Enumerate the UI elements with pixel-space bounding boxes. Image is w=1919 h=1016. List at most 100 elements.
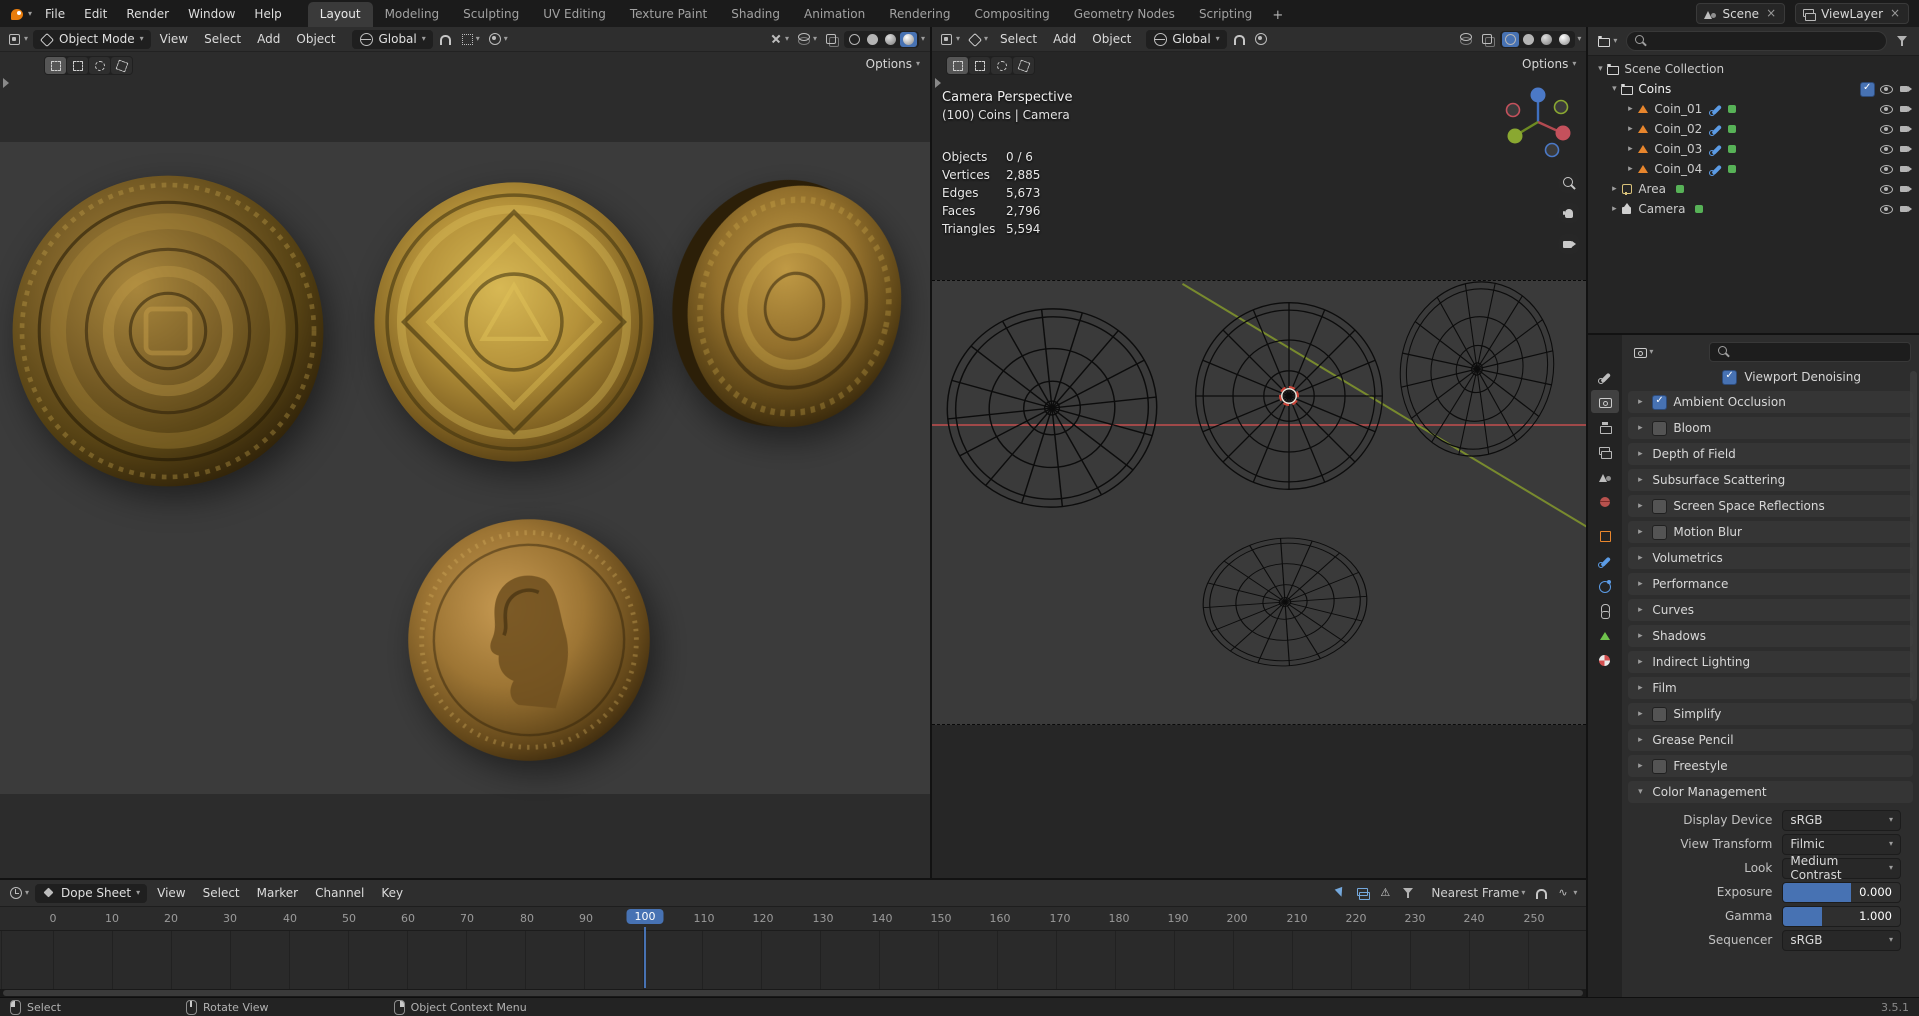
shading-solid-button[interactable] xyxy=(864,32,881,47)
snap-toggle[interactable] xyxy=(1531,884,1551,902)
geometry-nodes-icon[interactable] xyxy=(1725,122,1739,136)
show-gizmo-toggle[interactable] xyxy=(766,30,792,48)
outliner-row-coin-02[interactable]: Coin_02 xyxy=(1588,119,1919,139)
shading-rendered-button[interactable] xyxy=(1556,32,1573,47)
select-circle-button[interactable] xyxy=(89,57,110,74)
viewport-options-button[interactable]: Options xyxy=(866,57,920,71)
section-depth-of-field[interactable]: Depth of Field xyxy=(1628,443,1913,465)
section-film[interactable]: Film xyxy=(1628,677,1913,699)
select-lasso-button[interactable] xyxy=(111,57,132,74)
dope-sheet-mode-selector[interactable]: Dope Sheet xyxy=(35,883,148,903)
menu-render[interactable]: Render xyxy=(117,3,178,25)
proportional-editing-button[interactable] xyxy=(485,30,511,48)
eye-icon[interactable] xyxy=(1880,122,1894,136)
transform-orientation-selector[interactable]: Global xyxy=(352,29,433,49)
wireframe-coin-3[interactable] xyxy=(1380,262,1575,475)
timeline-ruler[interactable]: 0 10 20 30 40 50 60 70 80 90 100 110 120… xyxy=(0,907,1587,932)
modifier-icon[interactable] xyxy=(1709,102,1723,116)
render-visibility-icon[interactable] xyxy=(1899,142,1913,156)
tab-modeling[interactable]: Modeling xyxy=(373,2,452,27)
xray-toggle[interactable] xyxy=(1478,30,1498,48)
editor-type-button[interactable] xyxy=(6,884,32,902)
properties-tab-world[interactable] xyxy=(1591,490,1619,513)
select-box-button[interactable] xyxy=(969,57,990,74)
expand-caret[interactable] xyxy=(1594,64,1606,74)
camera-view-button[interactable] xyxy=(1558,233,1580,255)
tab-rendering[interactable]: Rendering xyxy=(877,2,962,27)
view-layer-selector[interactable]: ViewLayer xyxy=(1795,3,1909,24)
expand-caret[interactable] xyxy=(1624,104,1636,114)
expand-caret[interactable] xyxy=(1634,501,1646,511)
expand-caret[interactable] xyxy=(1624,144,1636,154)
properties-scrollbar[interactable] xyxy=(1910,371,1917,701)
unlink-scene-icon[interactable] xyxy=(1764,6,1778,21)
show-hidden-toggle[interactable] xyxy=(1353,884,1373,902)
menu-key[interactable]: Key xyxy=(374,883,410,903)
properties-search[interactable] xyxy=(1709,342,1911,362)
eye-icon[interactable] xyxy=(1880,182,1894,196)
select-box-button[interactable] xyxy=(67,57,88,74)
display-device-dropdown[interactable]: sRGB xyxy=(1782,809,1901,831)
show-errors-toggle[interactable] xyxy=(1376,884,1396,902)
eye-icon[interactable] xyxy=(1880,162,1894,176)
section-ambient-occlusion[interactable]: Ambient Occlusion xyxy=(1628,391,1913,413)
properties-tab-object[interactable] xyxy=(1591,524,1619,547)
tab-sculpting[interactable]: Sculpting xyxy=(451,2,531,27)
expand-caret[interactable] xyxy=(1634,475,1646,485)
exposure-slider[interactable]: 0.000 xyxy=(1782,881,1901,903)
section-screen-space-reflections[interactable]: Screen Space Reflections xyxy=(1628,495,1913,517)
tab-animation[interactable]: Animation xyxy=(792,2,877,27)
light-data-icon[interactable] xyxy=(1673,182,1687,196)
menu-marker[interactable]: Marker xyxy=(250,883,305,903)
add-workspace-button[interactable]: + xyxy=(1264,4,1291,27)
select-tweak-button[interactable] xyxy=(947,57,968,74)
editor-type-button[interactable] xyxy=(5,30,31,48)
properties-context-button[interactable] xyxy=(1630,343,1656,361)
tab-scripting[interactable]: Scripting xyxy=(1187,2,1264,27)
render-visibility-icon[interactable] xyxy=(1899,122,1913,136)
select-lasso-button[interactable] xyxy=(1013,57,1034,74)
properties-tab-tool[interactable] xyxy=(1591,365,1619,388)
shading-solid-button[interactable] xyxy=(1520,32,1537,47)
filter-button[interactable] xyxy=(1399,884,1419,902)
look-dropdown[interactable]: Medium Contrast xyxy=(1782,854,1901,882)
remove-view-layer-icon[interactable] xyxy=(1888,6,1902,21)
properties-tab-object-data[interactable] xyxy=(1591,624,1619,647)
simplify-checkbox[interactable] xyxy=(1652,706,1668,722)
section-freestyle[interactable]: Freestyle xyxy=(1628,755,1913,777)
outliner-row-coin-03[interactable]: Coin_03 xyxy=(1588,139,1919,159)
coin-object-2[interactable] xyxy=(373,181,655,463)
expand-caret[interactable] xyxy=(1634,787,1646,797)
snap-toggle[interactable] xyxy=(1229,30,1249,48)
tab-compositing[interactable]: Compositing xyxy=(962,2,1061,27)
scrollbar-thumb[interactable] xyxy=(3,990,1584,996)
tab-layout[interactable]: Layout xyxy=(307,2,373,27)
only-selected-toggle[interactable] xyxy=(1330,884,1350,902)
outliner-search[interactable] xyxy=(1626,31,1887,51)
pan-button[interactable] xyxy=(1558,202,1580,224)
expand-caret[interactable] xyxy=(1634,709,1646,719)
zoom-button[interactable] xyxy=(1558,172,1580,194)
expand-caret[interactable] xyxy=(1608,84,1620,94)
properties-tab-material[interactable] xyxy=(1591,649,1619,672)
expand-caret[interactable] xyxy=(1634,683,1646,693)
menu-select[interactable]: Select xyxy=(196,883,247,903)
xray-toggle[interactable] xyxy=(822,30,842,48)
viewport-3d-canvas-camera[interactable]: Options Camera Perspective (100) Coins |… xyxy=(932,52,1587,879)
expand-caret[interactable] xyxy=(1634,631,1646,641)
menu-add[interactable]: Add xyxy=(250,29,287,49)
shading-material-button[interactable] xyxy=(882,32,899,47)
expand-caret[interactable] xyxy=(1634,657,1646,667)
show-overlays-toggle[interactable] xyxy=(794,30,820,48)
freestyle-checkbox[interactable] xyxy=(1652,758,1668,774)
modifier-icon[interactable] xyxy=(1709,142,1723,156)
wireframe-coin-4[interactable] xyxy=(1195,529,1376,675)
section-simplify[interactable]: Simplify xyxy=(1628,703,1913,725)
menu-edit[interactable]: Edit xyxy=(75,3,116,25)
outliner-filter-button[interactable] xyxy=(1893,32,1913,50)
snap-toggle[interactable] xyxy=(435,30,455,48)
menu-file[interactable]: File xyxy=(36,3,74,25)
expand-caret[interactable] xyxy=(1634,423,1646,433)
section-subsurface-scattering[interactable]: Subsurface Scattering xyxy=(1628,469,1913,491)
bloom-checkbox[interactable] xyxy=(1652,420,1668,436)
